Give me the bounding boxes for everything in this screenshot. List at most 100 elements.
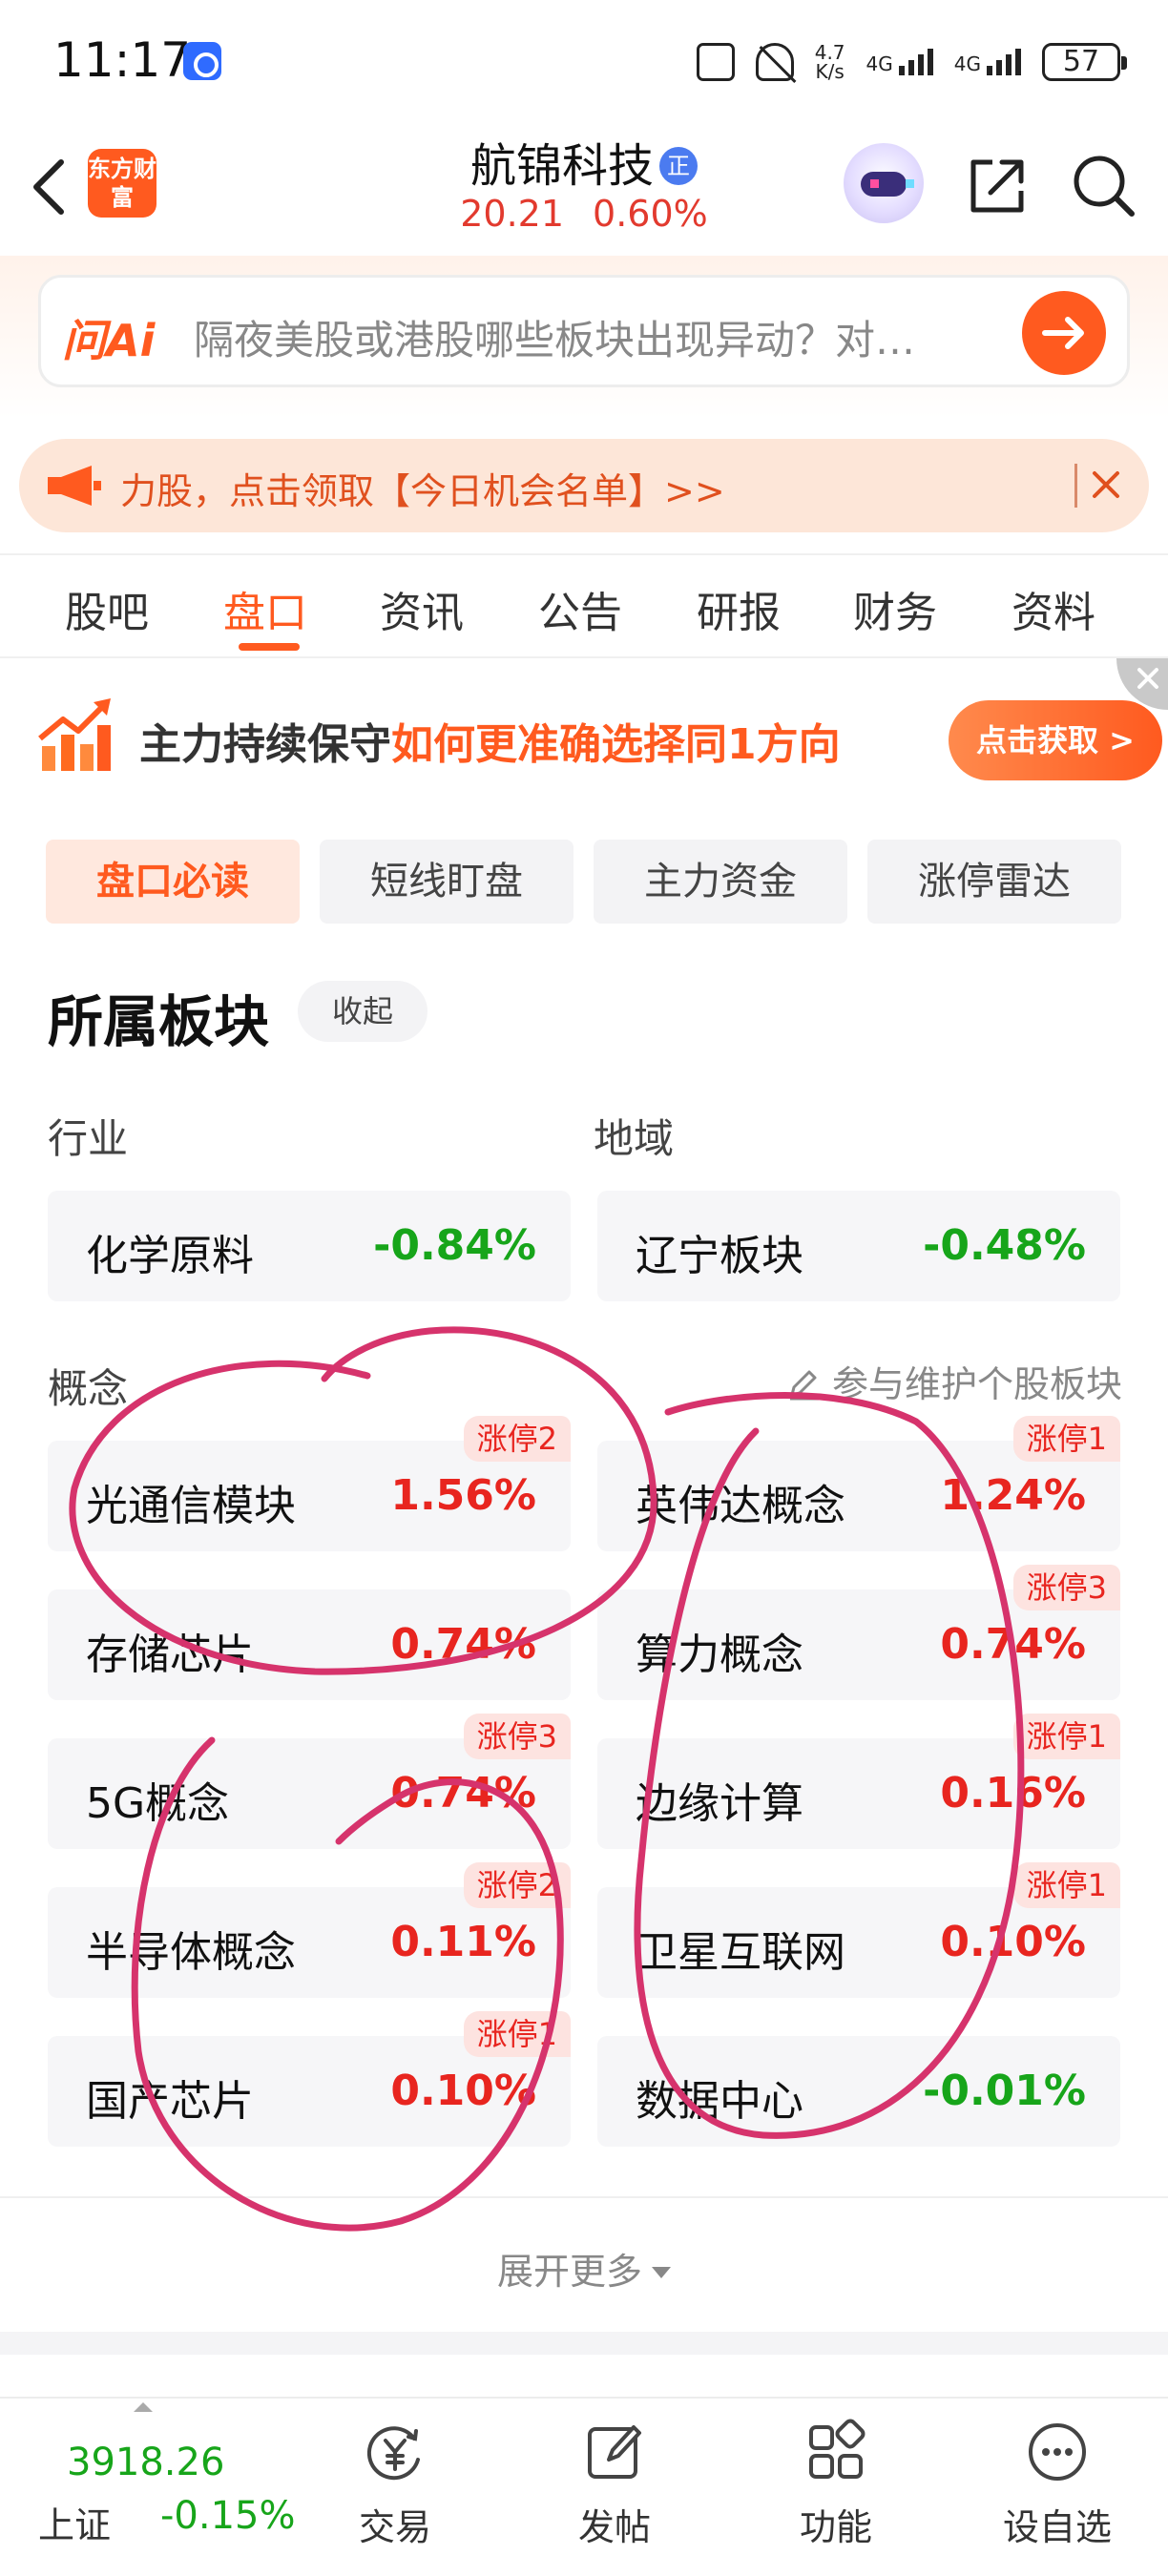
active-tab-indicator: [239, 643, 300, 651]
concept-name: 国产芯片: [86, 2077, 254, 2126]
concept-change: 0.16%: [940, 1769, 1086, 1818]
stock-header: 东方财富 航锦科技正 20.21 0.60%: [0, 124, 1168, 256]
concept-name: 半导体概念: [86, 1928, 296, 1977]
limit-up-tag: 涨停1: [1012, 1416, 1120, 1462]
limit-up-tag: 涨停2: [463, 1416, 571, 1462]
sector-card-region[interactable]: 辽宁板块 -0.48%: [597, 1191, 1120, 1301]
sector-card-industry[interactable]: 化学原料 -0.84%: [48, 1191, 571, 1301]
subtab-limit-radar[interactable]: 涨停雷达: [867, 840, 1121, 924]
concept-label: 概念: [48, 1365, 129, 1412]
promo-close-button[interactable]: [1074, 464, 1120, 508]
concept-card[interactable]: 涨停2 半导体概念 0.11%: [48, 1862, 571, 1998]
search-icon[interactable]: [1069, 151, 1137, 219]
signal-icon: 4G: [866, 49, 933, 75]
share-icon[interactable]: [964, 151, 1031, 218]
section-divider: [0, 2332, 1168, 2355]
concept-name: 数据中心: [636, 2077, 803, 2126]
ai-send-button[interactable]: [1022, 291, 1106, 375]
nfc-icon: [696, 43, 735, 81]
subtab-main-funds[interactable]: 主力资金: [594, 840, 847, 924]
compose-icon: [588, 2425, 641, 2479]
sector-change: -0.84%: [373, 1221, 536, 1270]
ai-search-input[interactable]: 隔夜美股或港股哪些板块出现异动？对…: [194, 308, 1014, 366]
rising-chart-icon: [38, 698, 111, 771]
edit-icon: [789, 1370, 819, 1401]
concept-card[interactable]: 涨停3 5G概念 0.74%: [48, 1714, 571, 1849]
sub-tabs: 盘口必读 短线盯盘 主力资金 涨停雷达: [46, 840, 1122, 925]
tab-profile[interactable]: 资料: [1012, 578, 1095, 639]
concept-change: 0.11%: [390, 1918, 536, 1966]
tab-news[interactable]: 资讯: [380, 578, 464, 639]
expand-more-button[interactable]: 展开更多: [0, 2242, 1168, 2295]
stock-change: 0.60%: [593, 193, 708, 235]
concept-card[interactable]: 涨停1 英伟达概念 1.24%: [597, 1416, 1120, 1551]
tab-guba[interactable]: 股吧: [65, 578, 149, 639]
grid-icon: [809, 2419, 866, 2479]
maintain-sectors-link[interactable]: 参与维护个股板块: [784, 1355, 1122, 1407]
concept-card[interactable]: 涨停1 边缘计算 0.16%: [597, 1714, 1120, 1849]
ai-assistant-icon[interactable]: [844, 143, 924, 223]
status-bar: 11:17 4.7 K/s 4G 4G 57: [0, 0, 1168, 124]
battery-icon: 57: [1042, 43, 1127, 81]
nav-post[interactable]: 发帖: [548, 2418, 681, 2550]
more-dots-icon: [1029, 2423, 1086, 2481]
promo-text[interactable]: 力股，点击领取【今日机会名单】>>: [120, 462, 725, 514]
index-change[interactable]: -0.15%: [160, 2494, 296, 2538]
subtab-short-watch[interactable]: 短线盯盘: [320, 840, 574, 924]
concept-card[interactable]: 涨停1 国产芯片 0.10%: [48, 2011, 571, 2147]
concept-change: 0.74%: [940, 1620, 1086, 1669]
ai-zone: 问Ai 隔夜美股或港股哪些板块出现异动？对… 力股，点击领取【今日机会名单】>>: [0, 256, 1168, 551]
concept-change: 0.10%: [390, 2067, 536, 2115]
concept-name: 算力概念: [636, 1631, 803, 1679]
limit-up-tag: 涨停1: [463, 2011, 571, 2057]
industry-label: 行业: [48, 1115, 129, 1162]
sector-change: -0.48%: [923, 1221, 1086, 1270]
mute-icon: [755, 43, 794, 81]
close-icon: [1137, 668, 1158, 689]
network-speed: 4.7 K/s: [814, 41, 845, 83]
close-icon: [1093, 471, 1119, 498]
concept-card[interactable]: 数据中心 -0.01%: [597, 2036, 1120, 2147]
limit-up-tag: 涨停1: [1012, 1714, 1120, 1759]
concept-card[interactable]: 涨停3 算力概念 0.74%: [597, 1565, 1120, 1700]
ai-search-bar[interactable]: 问Ai 隔夜美股或港股哪些板块出现异动？对…: [38, 275, 1130, 387]
stock-name: 航锦科技: [469, 139, 654, 193]
tab-announcements[interactable]: 公告: [538, 578, 622, 639]
promo-banner[interactable]: 力股，点击领取【今日机会名单】>>: [19, 439, 1149, 532]
divider: [0, 2196, 1168, 2198]
limit-up-tag: 涨停2: [463, 1862, 571, 1908]
nav-add-watchlist[interactable]: 设自选: [991, 2418, 1124, 2550]
tab-finance[interactable]: 财务: [853, 578, 937, 639]
subtab-must-read[interactable]: 盘口必读: [46, 840, 300, 924]
concept-card[interactable]: 存储芯片 0.74%: [48, 1589, 571, 1700]
main-tabs: 股吧 盘口 资讯 公告 研报 财务 资料: [0, 553, 1168, 658]
caret-down-icon: [652, 2267, 671, 2278]
nav-trade[interactable]: 交易: [328, 2418, 462, 2550]
signal-icon-2: 4G: [954, 49, 1021, 75]
tab-research[interactable]: 研报: [697, 578, 781, 639]
ad-get-button[interactable]: 点击获取 >: [949, 700, 1162, 780]
stock-price: 20.21: [460, 193, 565, 235]
concept-name: 英伟达概念: [636, 1482, 845, 1530]
nav-functions[interactable]: 功能: [769, 2418, 903, 2550]
region-label: 地域: [594, 1115, 675, 1162]
concept-name: 5G概念: [86, 1779, 230, 1828]
concept-name: 边缘计算: [636, 1779, 803, 1828]
app-notification-icon: [183, 42, 221, 80]
tab-pankou[interactable]: 盘口: [223, 578, 307, 639]
index-value[interactable]: 3918.26: [67, 2441, 224, 2484]
concept-card[interactable]: 涨停1 卫星互联网 0.10%: [597, 1862, 1120, 1998]
collapse-button[interactable]: 收起: [298, 981, 428, 1042]
ai-logo: 问Ai: [62, 315, 156, 366]
expand-up-icon[interactable]: [134, 2402, 153, 2412]
concept-change: 1.56%: [390, 1471, 536, 1520]
verified-badge-icon: 正: [659, 147, 698, 185]
concept-name: 光通信模块: [86, 1482, 296, 1530]
ad-text: 主力持续保守如何更准确选择同1方向: [139, 720, 841, 769]
index-name[interactable]: 上证: [38, 2496, 111, 2548]
status-indicators: 4.7 K/s 4G 4G 57: [696, 38, 1127, 86]
ad-banner[interactable]: 主力持续保守如何更准确选择同1方向 点击获取 >: [0, 668, 1168, 801]
concept-card[interactable]: 涨停2 光通信模块 1.56%: [48, 1416, 571, 1551]
section-title: 所属板块: [48, 989, 270, 1054]
limit-up-tag: 涨停3: [1012, 1565, 1120, 1610]
